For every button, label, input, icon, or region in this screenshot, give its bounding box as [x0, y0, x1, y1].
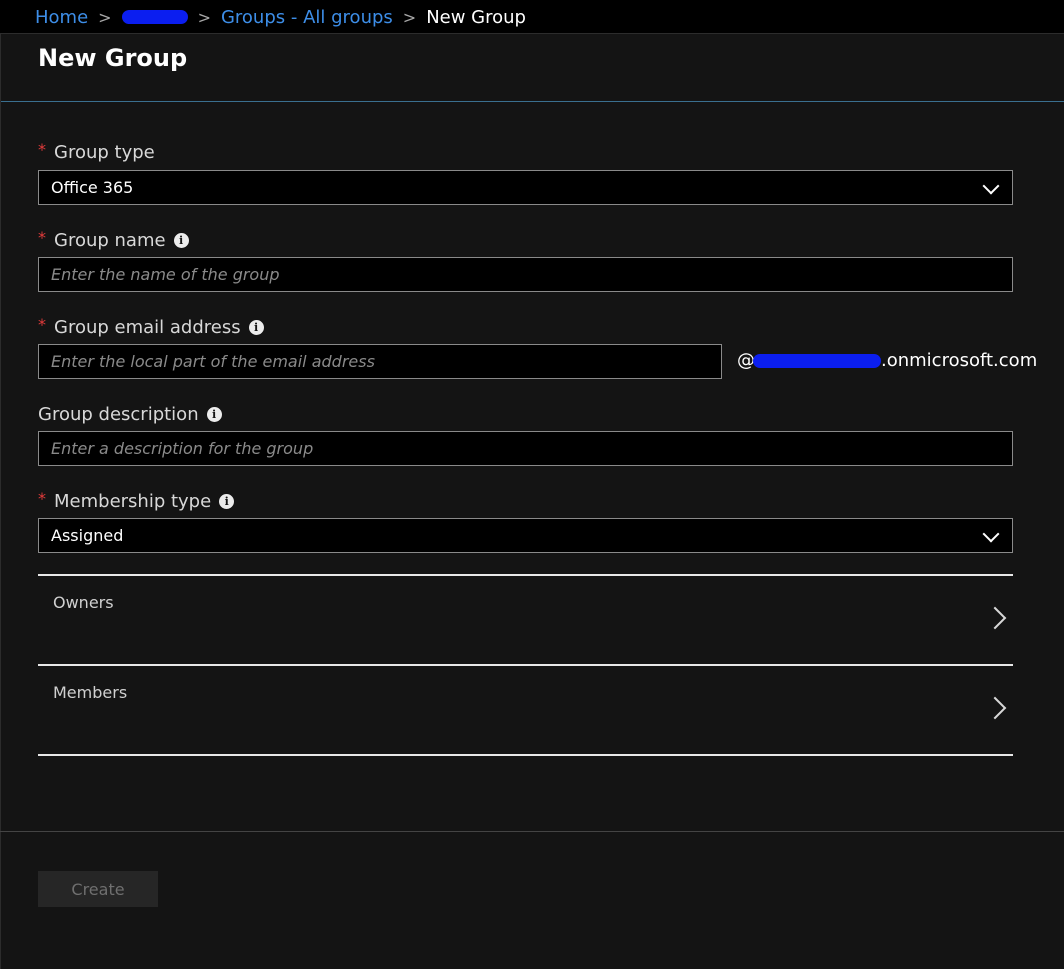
breadcrumb: Home > > Groups - All groups > New Group	[35, 4, 526, 30]
chevron-down-icon	[982, 177, 1000, 195]
info-icon[interactable]: i	[206, 407, 222, 422]
breadcrumb-separator-icon: >	[402, 7, 417, 27]
blade-header: New Group	[1, 34, 1064, 102]
group-description-placeholder: Enter a description for the group	[51, 439, 314, 458]
page-title: New Group	[38, 44, 188, 72]
required-marker: *	[38, 140, 46, 159]
footer-divider	[0, 831, 1064, 832]
info-icon[interactable]: i	[248, 320, 264, 335]
group-description-input[interactable]: Enter a description for the group	[38, 431, 1013, 466]
group-type-value: Office 365	[51, 178, 134, 197]
chevron-right-icon	[983, 606, 1007, 630]
members-label: Members	[53, 683, 128, 702]
owners-row[interactable]: Owners	[38, 576, 1013, 664]
email-domain: .onmicrosoft.com	[881, 350, 1038, 371]
create-button[interactable]: Create	[38, 871, 158, 907]
group-email-label: * Group email address i	[38, 315, 264, 338]
group-email-placeholder: Enter the local part of the email addres…	[51, 352, 375, 371]
membership-type-label: * Membership type i	[38, 489, 235, 512]
members-row[interactable]: Members	[38, 666, 1013, 754]
breadcrumb-current: New Group	[426, 6, 526, 28]
info-icon[interactable]: i	[173, 233, 189, 248]
email-redacted-domain	[753, 353, 881, 368]
group-type-select[interactable]: Office 365	[38, 170, 1013, 205]
group-email-input[interactable]: Enter the local part of the email addres…	[38, 344, 722, 379]
group-type-label: * Group type	[38, 140, 155, 163]
breadcrumb-redacted-tenant	[121, 10, 188, 24]
email-domain-suffix: @ .onmicrosoft.com	[737, 350, 1037, 371]
membership-type-value: Assigned	[51, 526, 124, 545]
group-name-input[interactable]: Enter the name of the group	[38, 257, 1013, 292]
breadcrumb-separator-icon: >	[98, 7, 112, 27]
info-icon[interactable]: i	[219, 494, 235, 509]
membership-type-select[interactable]: Assigned	[38, 518, 1013, 553]
required-marker: *	[38, 489, 46, 508]
group-description-label: Group description i	[38, 404, 222, 425]
breadcrumb-groups-link[interactable]: Groups - All groups	[221, 7, 393, 28]
chevron-right-icon	[983, 696, 1007, 720]
breadcrumb-separator-icon: >	[197, 7, 211, 27]
breadcrumb-home-link[interactable]: Home	[35, 7, 88, 28]
section-divider	[38, 754, 1013, 756]
group-name-label: * Group name i	[38, 228, 189, 251]
chevron-down-icon	[982, 525, 1000, 543]
owners-label: Owners	[53, 593, 114, 612]
required-marker: *	[38, 228, 46, 247]
group-name-placeholder: Enter the name of the group	[51, 265, 280, 284]
required-marker: *	[38, 315, 46, 334]
